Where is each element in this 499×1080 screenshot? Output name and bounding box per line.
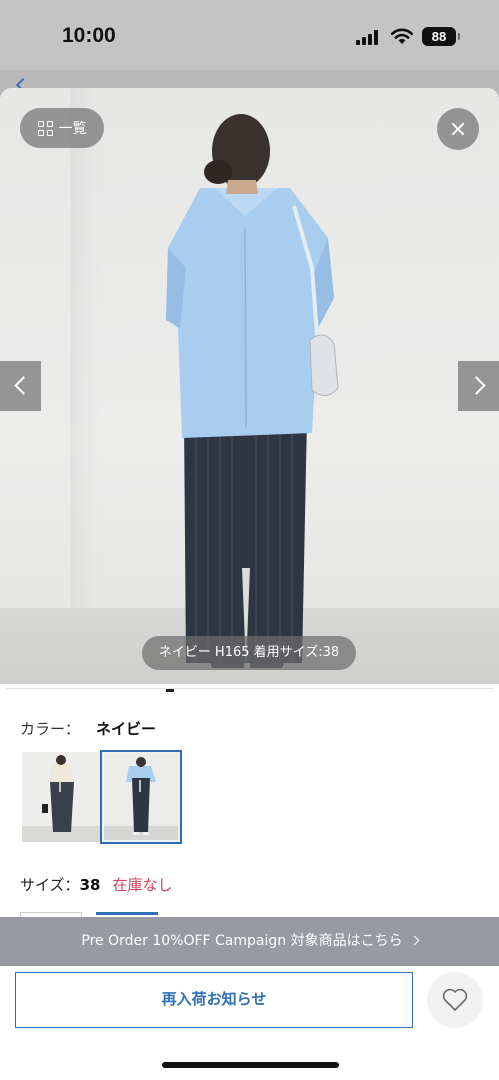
favorite-button[interactable] <box>427 972 483 1028</box>
size-label: サイズ： <box>20 876 80 894</box>
grid-icon <box>37 120 53 136</box>
wifi-icon <box>390 28 414 44</box>
campaign-banner-text: Pre Order 10%OFF Campaign 対象商品はこちら <box>81 933 403 949</box>
battery-icon: 88 <box>422 27 460 46</box>
close-button[interactable] <box>437 108 479 150</box>
size-selector-label: サイズ：38 在庫なし <box>20 874 172 895</box>
list-view-label: 一覧 <box>58 121 87 137</box>
photo-caption: ネイビー H165 着用サイズ:38 <box>142 636 356 670</box>
swatch-1-image <box>22 752 100 842</box>
color-selector-label: カラー： ネイビー <box>20 718 156 739</box>
product-photo[interactable]: 一覧 ネイビー H165 着用サイズ:38 <box>0 88 499 684</box>
pager-track <box>6 688 493 689</box>
campaign-banner[interactable]: Pre Order 10%OFF Campaign 対象商品はこちら <box>0 917 499 966</box>
product-gallery-modal: 一覧 ネイビー H165 着用サイズ:38 カラー： ネイビー サイズ：38 在… <box>0 88 499 1080</box>
next-image-button[interactable] <box>458 361 499 411</box>
chevron-right-icon <box>409 935 420 946</box>
color-value: ネイビー <box>96 720 157 738</box>
color-swatch-navy-selected[interactable] <box>100 750 182 844</box>
cellular-signal-icon <box>356 29 382 45</box>
model-figure <box>166 114 339 668</box>
pager-indicator <box>166 689 174 692</box>
status-time: 10:00 <box>62 24 116 47</box>
size-value: 38 <box>79 876 101 894</box>
background-page-strip <box>0 70 499 93</box>
stock-status: 在庫なし <box>112 876 173 894</box>
swatch-navy-image <box>104 754 178 840</box>
color-label: カラー： <box>20 720 81 738</box>
color-swatch-1[interactable] <box>22 752 100 842</box>
home-indicator <box>162 1062 339 1068</box>
restock-notify-button[interactable]: 再入荷お知らせ <box>15 972 413 1028</box>
status-bar: 10:00 88 <box>0 0 499 70</box>
list-view-button[interactable]: 一覧 <box>20 108 104 148</box>
previous-image-button[interactable] <box>0 361 41 411</box>
heart-icon <box>442 988 468 1011</box>
